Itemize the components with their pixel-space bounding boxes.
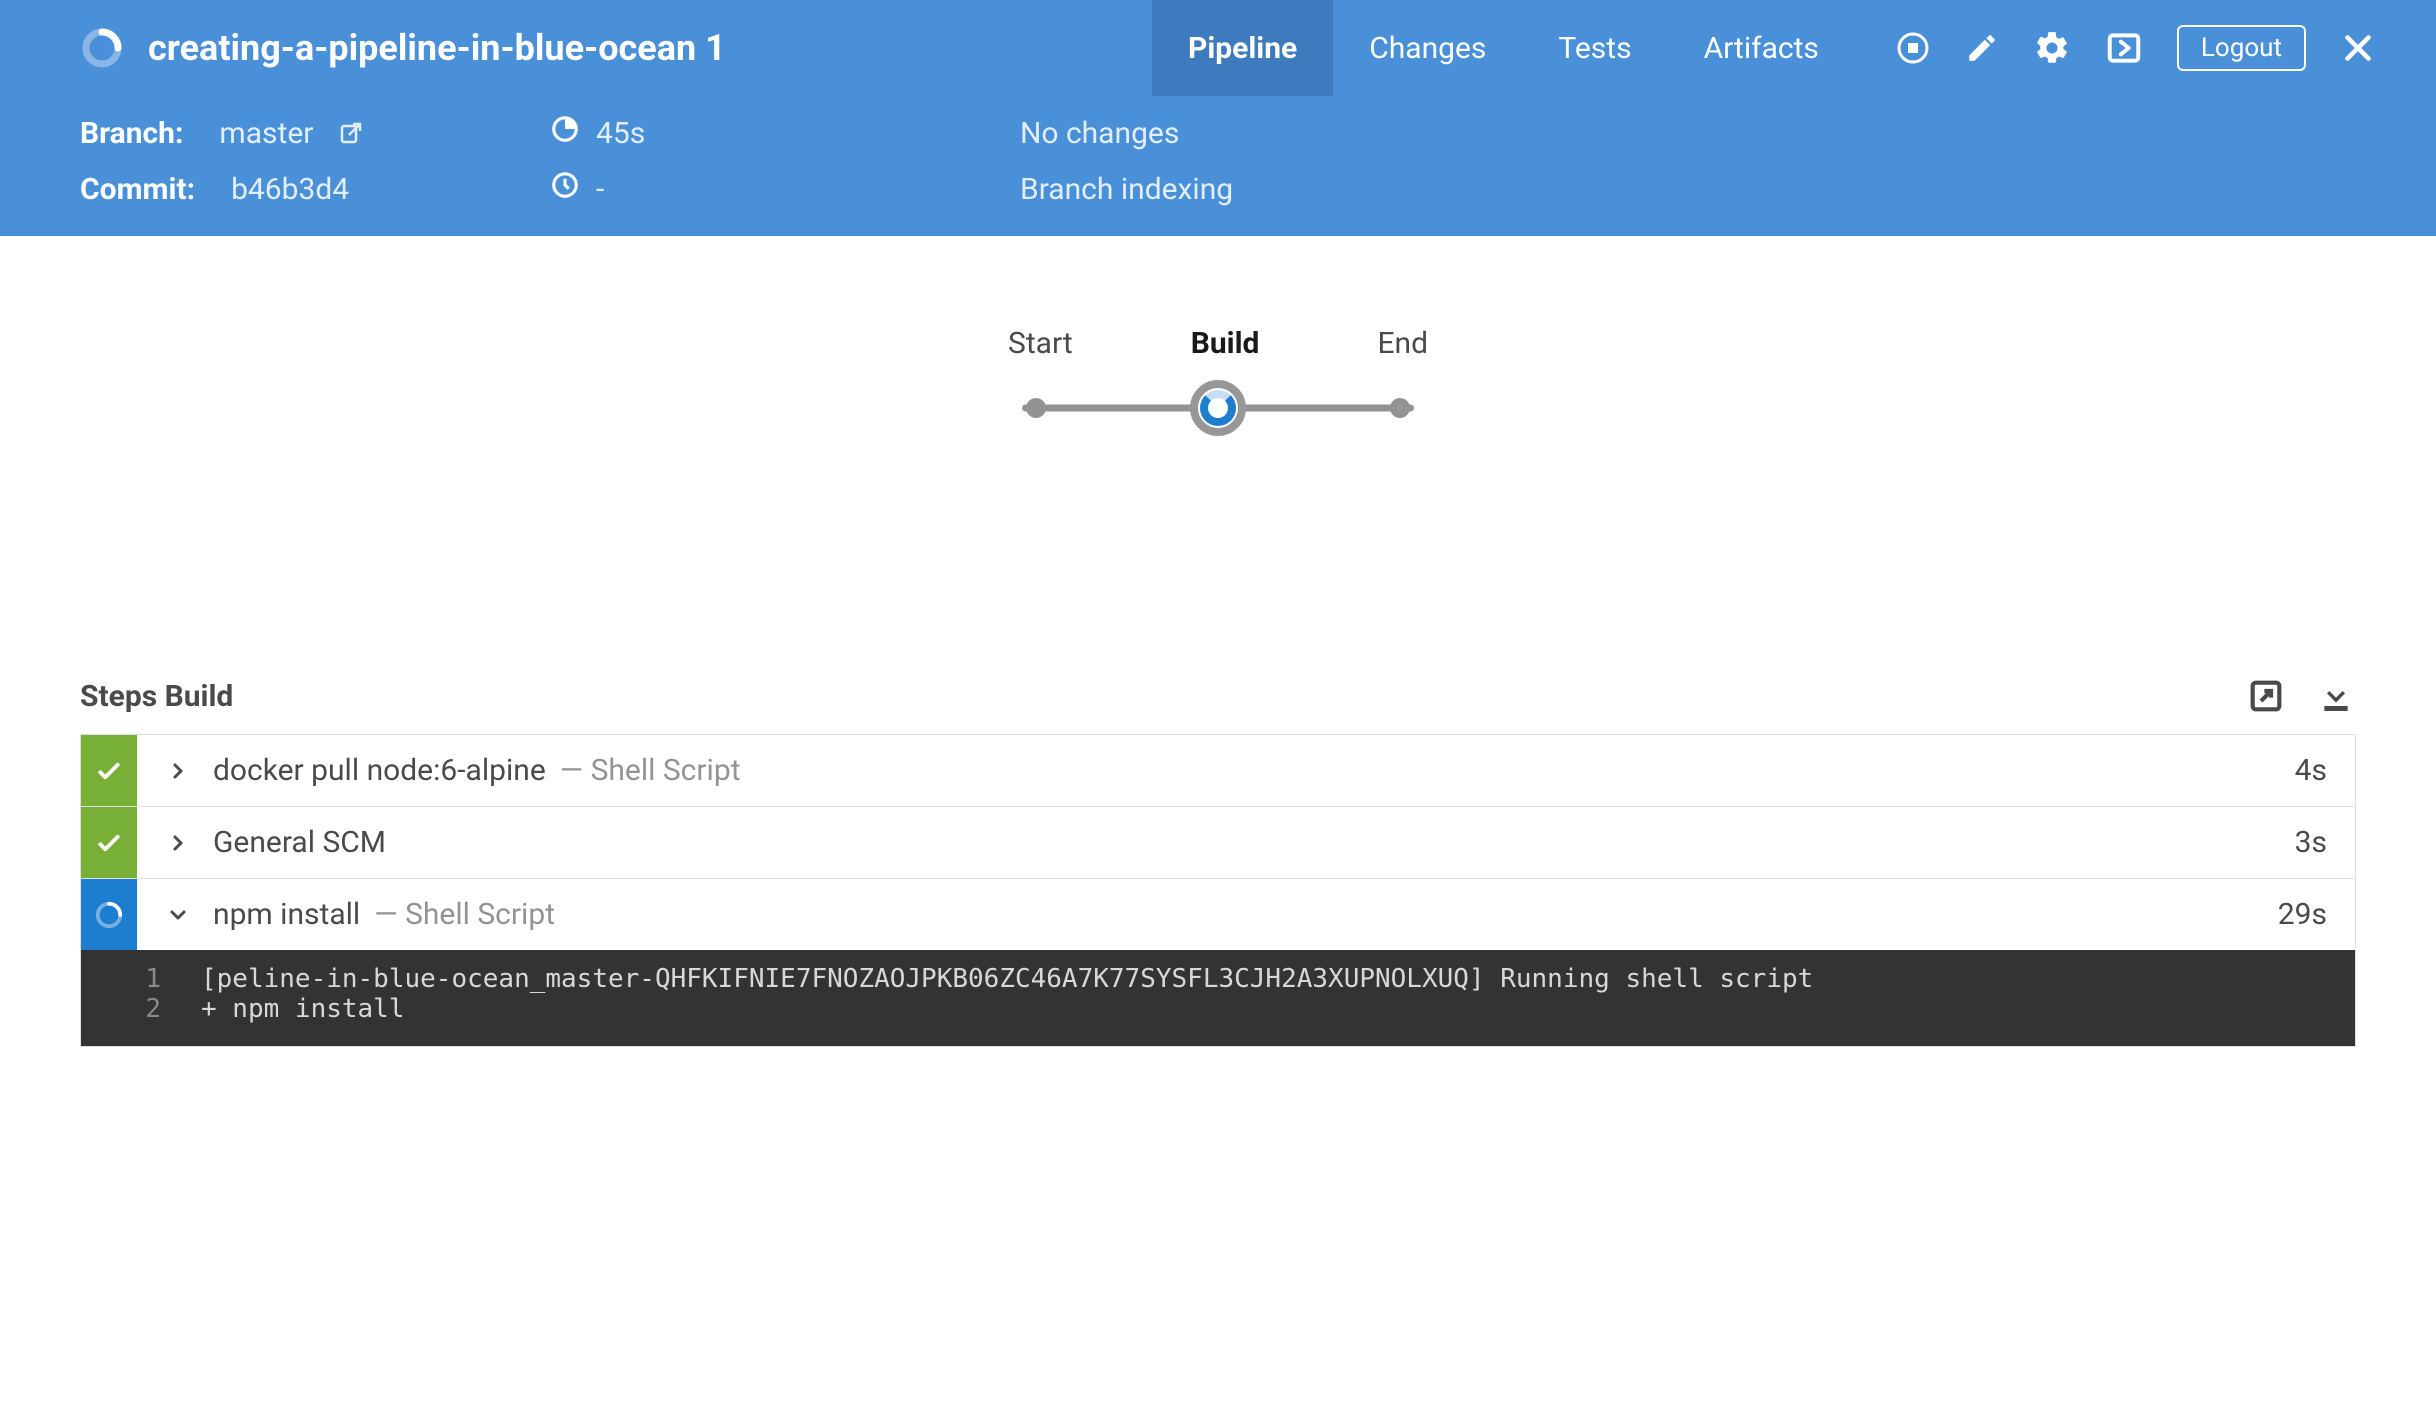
step-label: npm install xyxy=(213,897,360,932)
commit-cell: Commit: b46b3d4 xyxy=(80,170,550,208)
stage-label-end: End xyxy=(1377,326,1428,361)
status-success-icon xyxy=(81,735,137,806)
top-tabs: Pipeline Changes Tests Artifacts xyxy=(1152,0,1855,96)
commit-value: b46b3d4 xyxy=(231,172,349,207)
duration-value: 45s xyxy=(596,116,645,151)
step-label: docker pull node:6-alpine xyxy=(213,753,546,788)
gear-icon[interactable] xyxy=(2033,29,2071,67)
step-meta: — Shell Script xyxy=(560,753,741,788)
tab-artifacts[interactable]: Artifacts xyxy=(1668,0,1855,96)
topbar: creating-a-pipeline-in-blue-ocean 1 Pipe… xyxy=(0,0,2436,96)
run-info-strip: Branch: master 45s No changes Commit: b4… xyxy=(0,96,2436,236)
changes-cell: No changes xyxy=(1020,114,2356,152)
close-icon[interactable] xyxy=(2340,30,2376,66)
step-row[interactable]: docker pull node:6-alpine — Shell Script… xyxy=(80,734,2356,806)
edit-icon[interactable] xyxy=(1965,31,1999,65)
download-log-icon[interactable] xyxy=(2316,676,2356,716)
pipeline-status-spinner-icon xyxy=(80,26,124,70)
status-running-icon xyxy=(81,879,137,950)
stage-node-build[interactable] xyxy=(1190,380,1246,436)
changes-text: No changes xyxy=(1020,116,1179,151)
commit-label: Commit: xyxy=(80,172,195,207)
cause-cell: Branch indexing xyxy=(1020,170,2356,208)
line-content: [peline-in-blue-ocean_master-QHFKIFNIE7F… xyxy=(201,964,1813,994)
goto-classic-icon[interactable] xyxy=(2105,29,2143,67)
expand-chevron-icon[interactable] xyxy=(155,759,201,783)
console-line: 2 + npm install xyxy=(81,994,2355,1024)
status-success-icon xyxy=(81,807,137,878)
stage-node-end[interactable] xyxy=(1390,398,1410,418)
title-group: creating-a-pipeline-in-blue-ocean 1 xyxy=(80,26,726,70)
step-duration: 29s xyxy=(2278,897,2355,932)
tab-pipeline[interactable]: Pipeline xyxy=(1152,0,1333,96)
steps-title: Steps Build xyxy=(80,679,233,714)
console-line: 1 [peline-in-blue-ocean_master-QHFKIFNIE… xyxy=(81,964,2355,994)
line-number: 1 xyxy=(81,964,201,994)
step-label: General SCM xyxy=(213,825,386,860)
tab-tests[interactable]: Tests xyxy=(1522,0,1667,96)
cause-text: Branch indexing xyxy=(1020,172,1233,207)
rerun-icon[interactable] xyxy=(1895,30,1931,66)
duration-icon xyxy=(550,114,580,152)
clock-icon xyxy=(550,170,580,208)
page-title: creating-a-pipeline-in-blue-ocean 1 xyxy=(148,27,726,69)
stage-node-start[interactable] xyxy=(1026,398,1046,418)
step-row[interactable]: General SCM 3s xyxy=(80,806,2356,878)
collapse-chevron-icon[interactable] xyxy=(155,903,201,927)
line-number: 2 xyxy=(81,994,201,1024)
step-row[interactable]: npm install — Shell Script 29s xyxy=(80,878,2356,950)
steps-section: Steps Build docker pull node:6-alpine — … xyxy=(0,676,2436,1047)
line-content: + npm install xyxy=(201,994,405,1024)
open-branch-icon[interactable] xyxy=(339,121,363,145)
branch-label: Branch: xyxy=(80,116,183,151)
duration-cell: 45s xyxy=(550,114,1020,152)
open-log-icon[interactable] xyxy=(2246,676,2286,716)
pipeline-graph: Start Build End xyxy=(0,236,2436,676)
branch-value: master xyxy=(219,116,313,151)
stage-label-build: Build xyxy=(1191,326,1260,361)
expand-chevron-icon[interactable] xyxy=(155,831,201,855)
step-duration: 3s xyxy=(2295,825,2355,860)
stage-label-start: Start xyxy=(1008,326,1073,361)
branch-cell: Branch: master xyxy=(80,114,550,152)
clock-cell: - xyxy=(550,170,1020,208)
step-duration: 4s xyxy=(2295,753,2355,788)
console-output[interactable]: 1 [peline-in-blue-ocean_master-QHFKIFNIE… xyxy=(80,950,2356,1047)
tab-changes[interactable]: Changes xyxy=(1333,0,1522,96)
logout-button[interactable]: Logout xyxy=(2177,25,2306,71)
step-meta: — Shell Script xyxy=(374,897,555,932)
clock-value: - xyxy=(596,172,604,207)
topbar-actions: Logout xyxy=(1895,25,2376,71)
